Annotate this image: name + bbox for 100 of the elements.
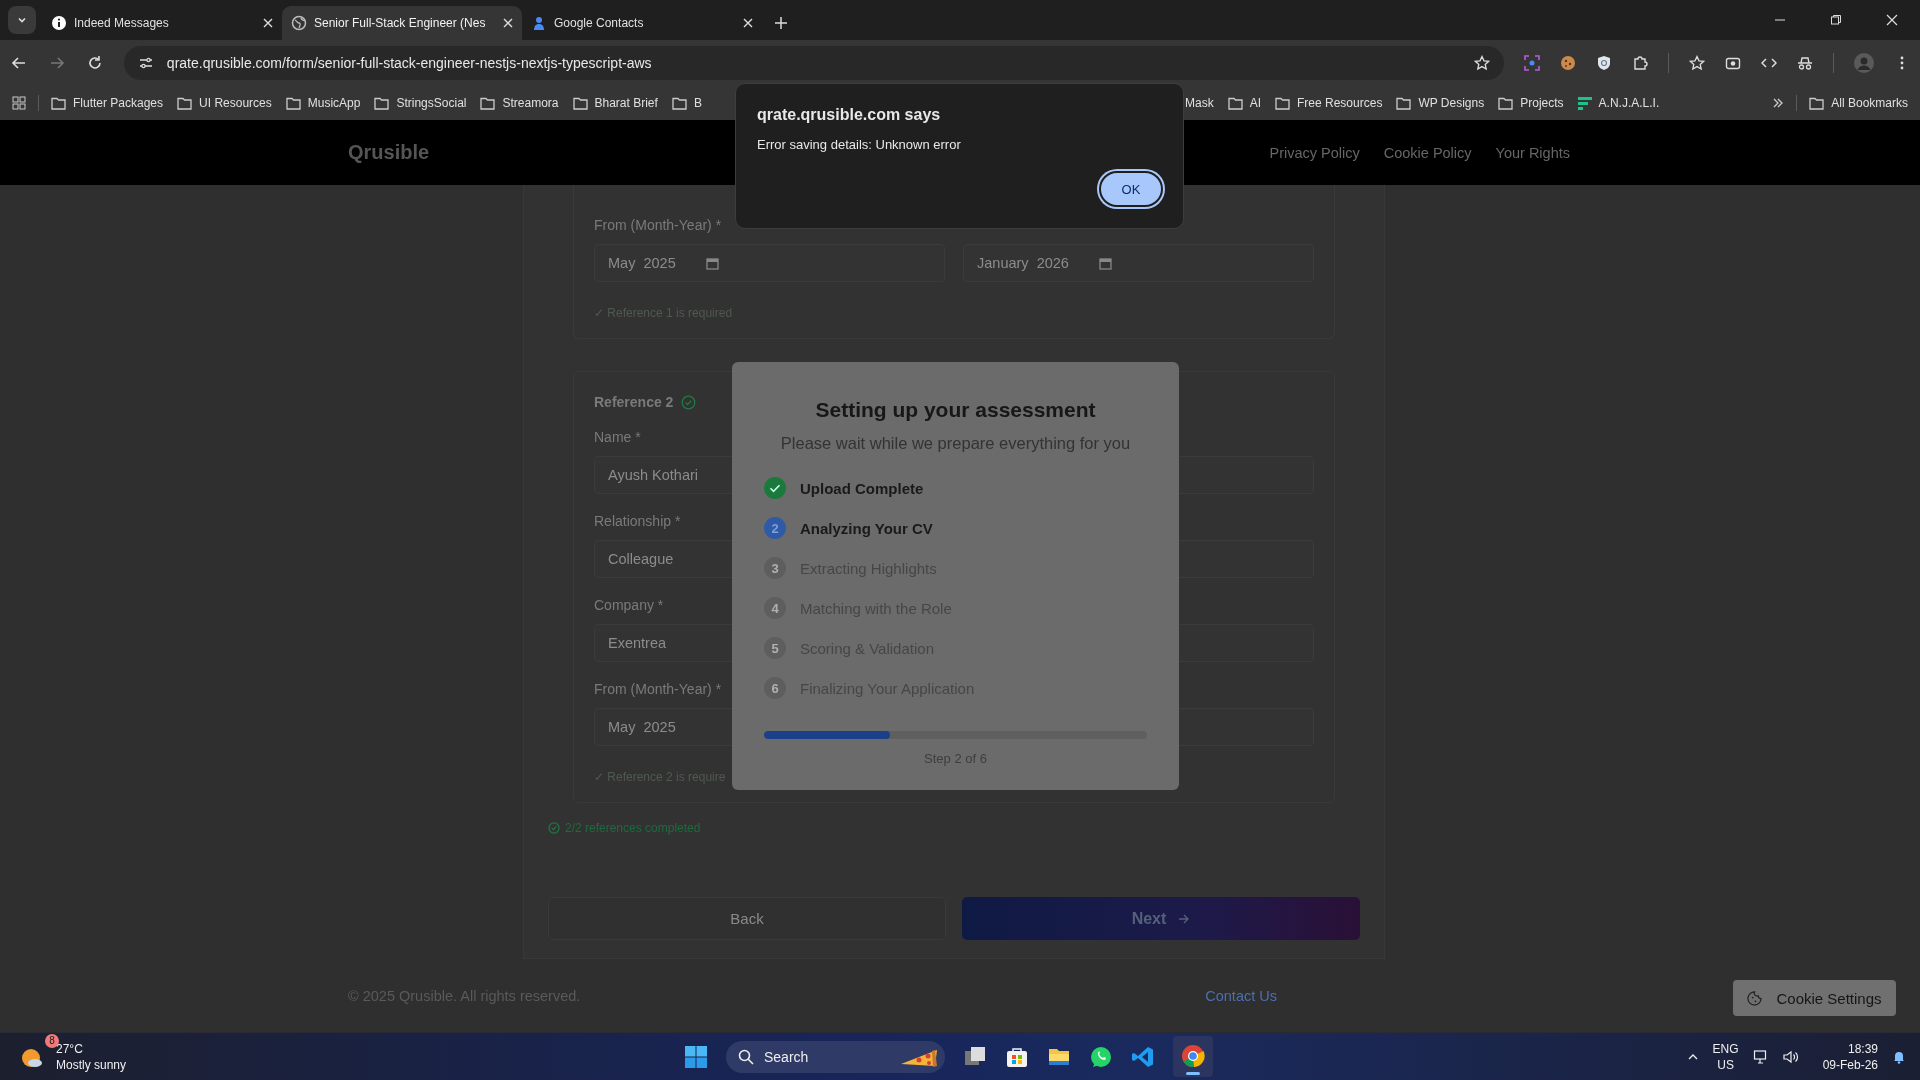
chat-bubble-icon[interactable] <box>1089 1044 1113 1069</box>
field-label: Relationship * <box>594 513 681 529</box>
region-text[interactable]: US <box>1717 1056 1734 1073</box>
step-number: 5 <box>764 637 786 659</box>
folder-icon <box>1227 96 1243 110</box>
section-title: Reference 2 <box>594 394 674 410</box>
bookmark[interactable]: WP Designs <box>1396 96 1485 110</box>
bookmark[interactable]: Streamora <box>480 96 559 110</box>
ok-button[interactable]: OK <box>1099 171 1163 207</box>
field-label: Name * <box>594 429 641 445</box>
bell-icon[interactable] <box>1892 1049 1906 1064</box>
browser-tab[interactable]: Google Contacts <box>522 6 762 40</box>
all-bookmarks[interactable]: All Bookmarks <box>1809 96 1908 110</box>
bookmark[interactable]: Projects <box>1498 96 1564 110</box>
folder-icon <box>671 96 687 110</box>
nav-link[interactable]: Cookie Policy <box>1383 144 1472 161</box>
close-icon[interactable] <box>743 18 753 28</box>
star-icon[interactable] <box>1474 55 1490 71</box>
shield-icon[interactable] <box>1596 55 1612 71</box>
step-label: Analyzing Your CV <box>800 519 933 537</box>
check-circle-icon <box>548 822 560 834</box>
extensions-icon[interactable] <box>1632 55 1648 71</box>
step-number: 2 <box>764 517 786 539</box>
close-icon[interactable] <box>263 18 273 28</box>
folder-icon <box>1809 96 1825 110</box>
date-field[interactable]: January 2026 <box>963 244 1314 282</box>
close-icon[interactable] <box>1886 14 1898 26</box>
weather-text: Mostly sunny <box>56 1056 127 1073</box>
tab-list-button[interactable] <box>8 6 36 34</box>
field-label: Company * <box>594 597 664 613</box>
field-label: From (Month-Year) * <box>594 681 722 697</box>
arrow-right-icon <box>1178 912 1191 925</box>
info-icon <box>51 15 67 31</box>
close-icon[interactable] <box>503 18 513 28</box>
bookmark[interactable]: StringsSocial <box>374 96 467 110</box>
apps-grid-icon[interactable] <box>12 96 26 110</box>
bookmark[interactable]: MusicApp <box>285 96 361 110</box>
cookie-icon <box>1747 990 1763 1006</box>
bookmark[interactable]: Free Resources <box>1275 96 1383 110</box>
browser-icon[interactable] <box>1181 1044 1205 1068</box>
temperature-text: 27°C <box>56 1040 84 1057</box>
browser-tab[interactable]: Indeed Messages <box>42 6 282 40</box>
folder-icon <box>572 96 588 110</box>
calendar-icon[interactable] <box>1098 256 1112 270</box>
reload-icon[interactable] <box>86 55 103 71</box>
cookie-settings-button[interactable]: Cookie Settings <box>1733 980 1896 1016</box>
address-bar[interactable]: qrate.qrusible.com/form/senior-full-stack-engineer-nestjs-nextjs-typescript-aws <box>123 46 1504 80</box>
back-icon[interactable] <box>11 55 27 71</box>
nav-link[interactable]: Privacy Policy <box>1269 144 1360 161</box>
browser-tab[interactable]: Senior Full-Stack Engineer (Nes <box>282 6 522 40</box>
dialog-subtitle: Please wait while we prepare everything for you <box>780 434 1131 453</box>
back-button[interactable]: Back <box>548 897 946 940</box>
nav-link[interactable]: Your Rights <box>1495 144 1570 161</box>
folder-icon <box>1498 96 1514 110</box>
alert-title: qrate.qrusible.com says <box>757 106 942 124</box>
new-tab-icon[interactable] <box>774 16 788 30</box>
alert-message: Error saving details: Unknown error <box>757 137 962 152</box>
speaker-icon[interactable] <box>1782 1048 1799 1065</box>
folder-icon <box>1396 96 1412 110</box>
cookie-icon[interactable] <box>1560 55 1576 71</box>
step-number: 4 <box>764 597 786 619</box>
bookmark[interactable]: Bharat Brief <box>572 96 658 110</box>
bookmark[interactable]: Flutter Packages <box>51 96 164 110</box>
bookmark[interactable]: Mask <box>1185 96 1214 110</box>
restore-icon[interactable] <box>1830 14 1842 26</box>
taskbar-search-field[interactable]: Search <box>726 1040 945 1073</box>
bookmark[interactable]: AI <box>1227 96 1261 110</box>
bookmark[interactable]: A.N.J.A.L.I. <box>1577 96 1660 110</box>
dialog-title: Setting up your assessment <box>815 398 1096 422</box>
language-text[interactable]: ENG <box>1712 1040 1739 1057</box>
folder-icon <box>177 96 193 110</box>
globe-icon <box>291 15 307 31</box>
forward-icon[interactable] <box>48 55 65 71</box>
incognito-icon[interactable] <box>1797 55 1813 71</box>
code-editor-icon[interactable] <box>1131 1044 1155 1069</box>
network-icon[interactable] <box>1752 1048 1769 1065</box>
camera-icon[interactable] <box>1725 55 1741 71</box>
folder-icon <box>374 96 390 110</box>
clock-date[interactable]: 09-Feb-26 <box>1822 1056 1878 1073</box>
screen-capture-icon[interactable] <box>1524 55 1540 71</box>
bookmark[interactable]: B <box>671 96 702 110</box>
date-field[interactable]: May 2025 <box>594 244 945 282</box>
search-icon <box>738 1048 754 1065</box>
windows-start-icon[interactable] <box>684 1044 708 1069</box>
folder-icon <box>51 96 66 110</box>
step-label: Upload Complete <box>800 479 924 497</box>
step-number: 6 <box>764 677 786 699</box>
calendar-icon[interactable] <box>705 256 719 270</box>
bars-icon <box>1577 96 1592 110</box>
more-chevron-icon[interactable] <box>1772 97 1785 109</box>
bookmark[interactable]: UI Resources <box>177 96 272 110</box>
clock-time[interactable]: 18:39 <box>1847 1040 1878 1057</box>
star-list-icon[interactable] <box>1689 55 1705 71</box>
site-settings-icon[interactable] <box>137 55 154 71</box>
step-number: 3 <box>764 557 786 579</box>
folder-icon <box>1275 96 1290 110</box>
progress-note: 2/2 references completed <box>565 821 701 835</box>
field-label: From (Month-Year) * <box>594 217 722 233</box>
folder-icon <box>285 96 301 110</box>
folder-icon <box>480 96 496 110</box>
